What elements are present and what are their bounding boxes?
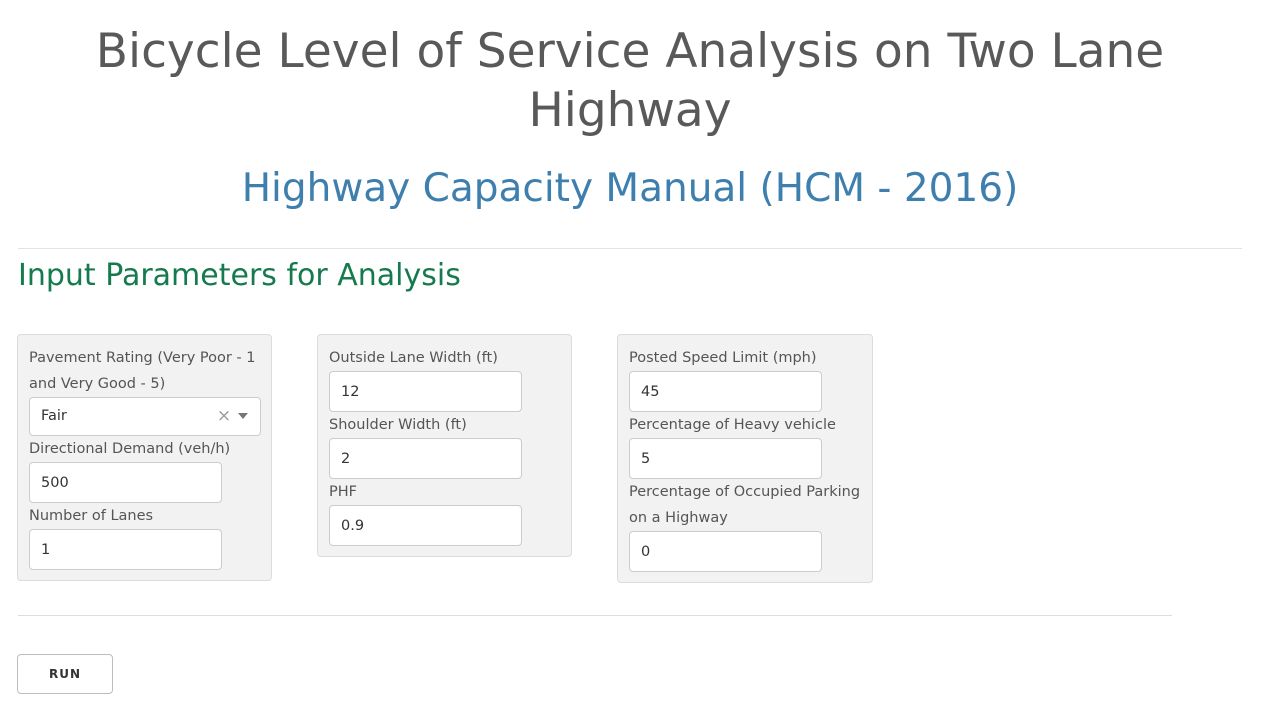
input-panel-geometry: Outside Lane Width (ft) Shoulder Width (…: [317, 334, 572, 557]
directional-demand-label: Directional Demand (veh/h): [29, 441, 231, 457]
posted-speed-limit-label: Posted Speed Limit (mph): [629, 350, 817, 366]
page-subtitle: Highway Capacity Manual (HCM - 2016): [241, 166, 1019, 211]
page: Bicycle Level of Service Analysis on Two…: [0, 0, 1280, 720]
pavement-rating-label-line-1: Pavement Rating (Very Poor - 1: [29, 350, 256, 366]
page-title: Bicycle Level of Service Analysis on Two…: [0, 22, 1260, 140]
pavement-rating-value: Fair: [41, 408, 67, 424]
occupied-parking-label: Percentage of Occupied Parking on a High…: [629, 479, 865, 531]
input-panel-traffic: Posted Speed Limit (mph) Percentage of H…: [617, 334, 873, 583]
section-title: Input Parameters for Analysis: [18, 258, 461, 293]
posted-speed-limit-input[interactable]: [629, 371, 822, 412]
page-title-line-1: Bicycle Level of Service Analysis on Two…: [95, 24, 1165, 79]
page-title-line-2: Highway: [528, 83, 732, 138]
pavement-rating-label-line-2: and Very Good - 5): [29, 376, 166, 392]
pavement-rating-select[interactable]: Fair ×: [29, 397, 261, 436]
chevron-down-icon[interactable]: [238, 413, 248, 419]
directional-demand-input[interactable]: [29, 462, 222, 503]
occupied-parking-input[interactable]: [629, 531, 822, 572]
shoulder-width-label: Shoulder Width (ft): [329, 417, 467, 433]
number-of-lanes-input[interactable]: [29, 529, 222, 570]
pavement-rating-label: Pavement Rating (Very Poor - 1 and Very …: [29, 345, 265, 397]
bottom-divider: [18, 615, 1172, 616]
clear-icon[interactable]: ×: [216, 398, 232, 435]
phf-input[interactable]: [329, 505, 522, 546]
outside-lane-width-input[interactable]: [329, 371, 522, 412]
input-panel-pavement: Pavement Rating (Very Poor - 1 and Very …: [17, 334, 272, 581]
heavy-vehicle-percentage-input[interactable]: [629, 438, 822, 479]
top-divider: [18, 248, 1242, 249]
occupied-parking-label-line-2: on a Highway: [629, 510, 728, 526]
run-button[interactable]: RUN: [17, 654, 113, 694]
number-of-lanes-label: Number of Lanes: [29, 508, 154, 524]
heavy-vehicle-percentage-label: Percentage of Heavy vehicle: [629, 417, 836, 433]
outside-lane-width-label: Outside Lane Width (ft): [329, 350, 498, 366]
occupied-parking-label-line-1: Percentage of Occupied Parking: [629, 484, 861, 500]
phf-label: PHF: [329, 484, 357, 500]
shoulder-width-input[interactable]: [329, 438, 522, 479]
